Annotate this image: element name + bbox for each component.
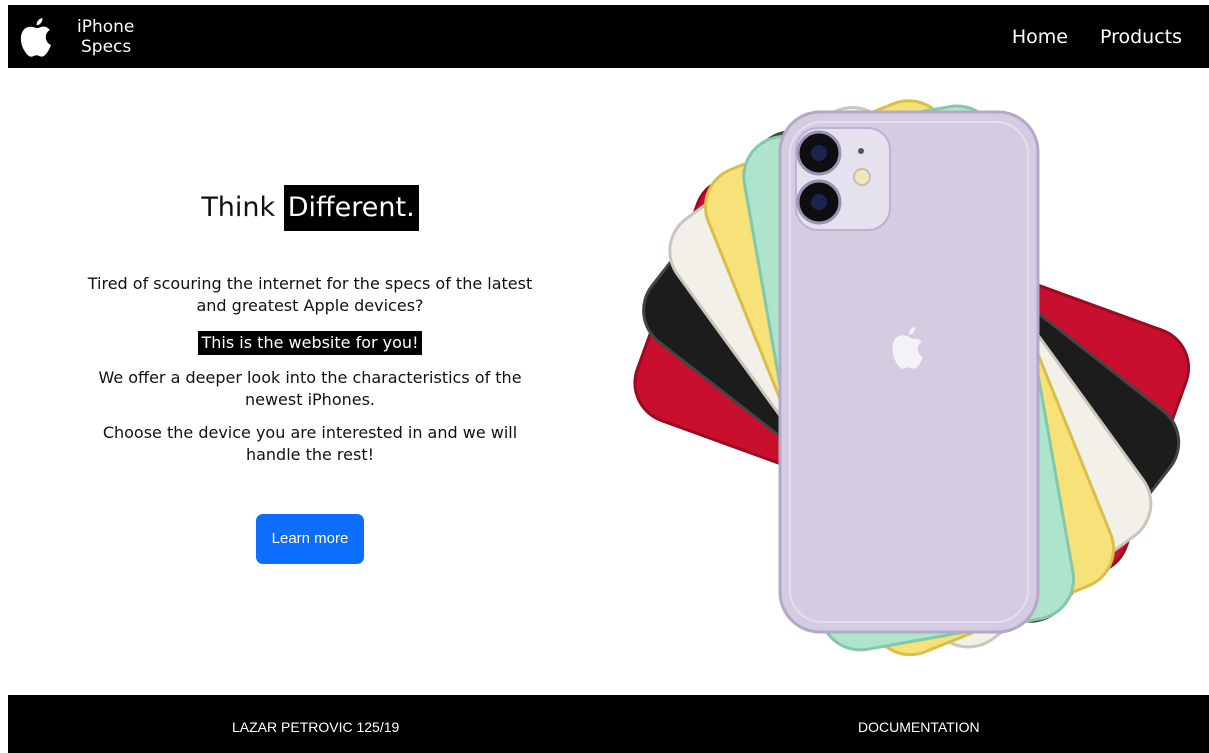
choose-paragraph: Choose the device you are interested in … (102, 423, 518, 464)
headline-plain: Think (201, 192, 276, 223)
learn-more-button[interactable]: Learn more (255, 514, 365, 564)
hero-text: Think Different. Tired of scouring the i… (80, 185, 540, 564)
iphone-11-color-fan-image (630, 92, 1191, 662)
brand-line-2: Specs (81, 36, 132, 57)
intro-paragraph: Tired of scouring the internet for the s… (87, 274, 533, 315)
brand-link[interactable]: iPhone Specs (8, 5, 134, 68)
nav-link-home[interactable]: Home (1012, 26, 1068, 48)
apple-logo-icon (20, 17, 51, 57)
headline-highlight: Different. (283, 185, 419, 231)
highlight-line: This is the website for you! (197, 331, 423, 355)
brand-line-1: iPhone (77, 16, 135, 37)
footer-documentation-link[interactable]: DOCUMENTATION (858, 719, 980, 735)
offer-paragraph: We offer a deeper look into the characte… (98, 368, 522, 409)
footer-author-link[interactable]: LAZAR PETROVIC 125/19 (232, 719, 399, 735)
navbar: iPhone Specs Home Products (8, 5, 1209, 68)
footer: LAZAR PETROVIC 125/19 DOCUMENTATION (8, 695, 1209, 753)
nav-link-products[interactable]: Products (1100, 26, 1182, 48)
nav-links: Home Products (980, 26, 1209, 48)
hero-headline: Think Different. (80, 185, 540, 231)
brand-name: iPhone Specs (77, 17, 134, 57)
